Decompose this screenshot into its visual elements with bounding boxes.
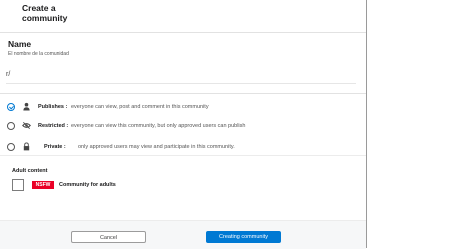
radio-restricted[interactable]	[7, 122, 15, 130]
adult-content-checkbox[interactable]	[12, 179, 24, 191]
option-restricted[interactable]: Restricted : everyone can view this comm…	[6, 119, 362, 133]
cancel-button[interactable]: Cancel	[71, 231, 146, 243]
name-hint: El nombre de la comunidad	[8, 51, 69, 57]
option-private-desc: only approved users may view and partici…	[78, 144, 235, 150]
option-restricted-title: Restricted :	[38, 123, 69, 129]
name-prefix: r/	[6, 71, 11, 78]
create-community-button[interactable]: Creating community	[206, 231, 281, 243]
eye-off-icon	[22, 122, 31, 129]
community-name-input[interactable]: r/	[6, 67, 356, 84]
option-public-title: Publishes :	[38, 104, 68, 110]
lock-icon	[23, 142, 30, 151]
option-restricted-desc: everyone can view this community, but on…	[71, 123, 246, 129]
adult-content-label: Adult content	[12, 168, 48, 174]
radio-public[interactable]	[7, 103, 15, 111]
dialog-title-line1: Create a	[22, 3, 56, 13]
radio-private[interactable]	[7, 143, 15, 151]
adult-content-section: Adult content NSFW Community for adults	[0, 155, 366, 204]
create-community-dialog: Create a community Name El nombre de la …	[0, 0, 367, 249]
header-divider	[0, 32, 366, 33]
option-private-title: Private :	[44, 144, 66, 150]
option-private[interactable]: Private : only approved users may view a…	[6, 140, 362, 154]
option-public-desc: everyone can view, post and comment in t…	[71, 104, 209, 110]
person-icon	[23, 102, 30, 111]
name-label: Name	[8, 39, 32, 49]
nsfw-badge: NSFW	[32, 181, 54, 189]
adult-content-text: Community for adults	[59, 182, 116, 188]
option-public[interactable]: Publishes : everyone can view, post and …	[6, 100, 362, 114]
dialog-title: Create a community	[22, 3, 67, 23]
options-divider	[0, 93, 366, 94]
dialog-footer: Cancel Creating community	[0, 220, 366, 249]
dialog-title-line2: community	[22, 13, 68, 23]
